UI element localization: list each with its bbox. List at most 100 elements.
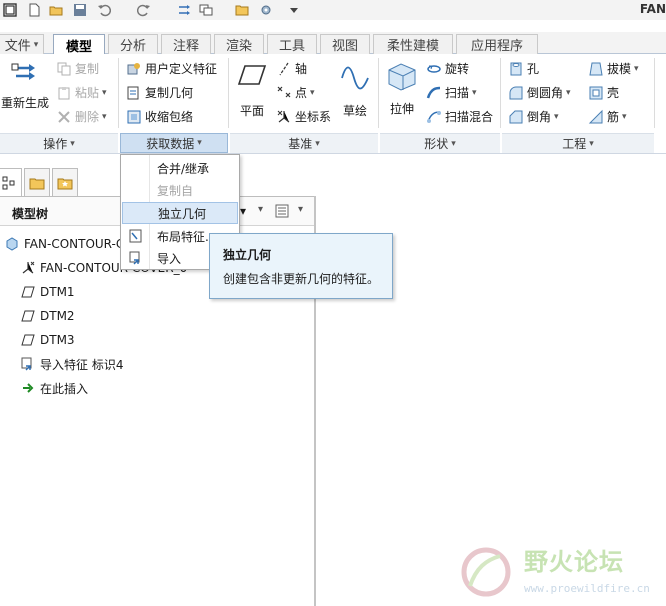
group-get-data[interactable]: 获取数据 ▾	[120, 133, 228, 153]
copy-geometry-icon	[126, 85, 142, 101]
watermark-text: 野火论坛	[524, 548, 624, 576]
import-feature-icon	[20, 356, 36, 372]
draft-button[interactable]: 拔模 ▾	[588, 60, 639, 77]
tree-item-dtm1[interactable]: DTM1	[20, 282, 75, 302]
sketch-label: 草绘	[342, 104, 367, 118]
tab-file[interactable]: 文件 ▾	[0, 34, 44, 54]
extrude-label: 拉伸	[389, 102, 414, 116]
insert-arrow-icon	[20, 380, 36, 396]
tab-applications[interactable]: 应用程序	[456, 34, 538, 54]
watermark-logo-icon	[461, 547, 511, 597]
tab-model-tree[interactable]	[0, 168, 22, 196]
rib-icon	[588, 109, 604, 125]
tab-render[interactable]: 渲染	[214, 34, 264, 54]
group-shapes[interactable]: 形状 ▾	[380, 133, 500, 153]
customize-icon[interactable]	[286, 2, 302, 18]
group-engineering[interactable]: 工程 ▾	[502, 133, 654, 153]
tree-item-insert-here[interactable]: 在此插入	[20, 378, 88, 398]
sweep-icon	[426, 85, 442, 101]
folder-icon[interactable]	[234, 2, 250, 18]
copy-geometry-button[interactable]: 复制几何	[126, 84, 193, 101]
tab-view[interactable]: 视图	[320, 34, 370, 54]
tree-item-label: DTM1	[40, 285, 75, 299]
windows-icon[interactable]	[198, 2, 214, 18]
revolve-icon	[426, 61, 442, 77]
redo-icon[interactable]	[136, 2, 152, 18]
shell-button[interactable]: 壳	[588, 84, 619, 101]
tree-item-part[interactable]: FAN-CONTOUR-C	[4, 234, 124, 254]
tree-item-label: FAN-CONTOUR-C	[24, 237, 125, 251]
round-button[interactable]: 倒圆角 ▾	[508, 84, 571, 101]
undo-icon[interactable]	[96, 2, 112, 18]
tab-analysis[interactable]: 分析	[108, 34, 158, 54]
user-defined-feature-button[interactable]: 用户定义特征	[126, 60, 217, 77]
tree-item-label: DTM3	[40, 333, 75, 347]
chevron-down-icon: ▾	[554, 111, 559, 122]
tree-settings-icon[interactable]: ▾	[240, 204, 246, 218]
chevron-down-icon[interactable]: ▾	[298, 204, 303, 215]
plane-button[interactable]: 平面	[232, 62, 272, 119]
chevron-down-icon: ▾	[566, 87, 571, 98]
settings-icon[interactable]	[258, 2, 274, 18]
menu-item-merge-inheritance[interactable]: 合并/继承	[122, 157, 238, 179]
open-folder-icon[interactable]	[48, 2, 64, 18]
chevron-down-icon: ▾	[589, 138, 594, 149]
tree-item-import-feature[interactable]: 导入特征 标识4	[20, 354, 123, 374]
tab-flexible-modeling[interactable]: 柔性建模	[373, 34, 453, 54]
tooltip-title: 独立几何	[223, 248, 272, 262]
new-file-icon[interactable]	[26, 2, 42, 18]
extrude-button[interactable]: 拉伸	[382, 60, 422, 117]
chamfer-button[interactable]: 倒角 ▾	[508, 108, 559, 125]
tab-label: 文件	[4, 39, 31, 54]
tab-favorites[interactable]	[52, 168, 78, 196]
regenerate-button[interactable]: 重新生成	[0, 60, 50, 111]
chevron-down-icon: ▾	[102, 111, 107, 122]
revolve-label: 旋转	[445, 62, 470, 76]
tree-item-dtm2[interactable]: DTM2	[20, 306, 75, 326]
chevron-down-icon[interactable]: ▾	[258, 204, 263, 215]
chevron-down-icon: ▾	[622, 111, 627, 122]
chevron-down-icon: ▾	[634, 63, 639, 74]
tab-folder-browser[interactable]	[24, 168, 50, 196]
tab-label: 视图	[331, 39, 358, 54]
coordinate-system-button[interactable]: 坐标系	[276, 108, 331, 125]
tree-item-label: DTM2	[40, 309, 75, 323]
hole-button[interactable]: 孔	[508, 60, 539, 77]
copy-label: 复制	[75, 62, 100, 76]
navigator-tabs	[0, 168, 82, 196]
group-datum[interactable]: 基准 ▾	[230, 133, 378, 153]
datum-plane-icon	[20, 284, 36, 300]
menu-item-label: 独立几何	[158, 206, 207, 221]
shrinkwrap-label: 收缩包络	[145, 110, 194, 124]
sketch-button[interactable]: 草绘	[336, 62, 374, 119]
rib-button[interactable]: 筋 ▾	[588, 108, 627, 125]
round-label: 倒圆角	[527, 86, 564, 100]
sweep-button[interactable]: 扫描 ▾	[426, 84, 477, 101]
swept-blend-icon	[426, 109, 442, 125]
tab-label: 模型	[65, 39, 92, 55]
tab-annotate[interactable]: 注释	[161, 34, 211, 54]
copy-button[interactable]: 复制	[56, 60, 99, 77]
regenerate-icon[interactable]	[176, 2, 192, 18]
chevron-down-icon: ▾	[310, 87, 315, 98]
tab-model[interactable]: 模型	[53, 34, 105, 55]
regenerate-label: 重新生成	[0, 96, 49, 110]
axis-button[interactable]: 轴	[276, 60, 307, 77]
axis-icon	[276, 61, 292, 77]
delete-button[interactable]: 删除 ▾	[56, 108, 107, 125]
tree-columns-icon[interactable]	[274, 203, 290, 222]
chevron-down-icon: ▾	[451, 138, 456, 149]
menu-item-independent-geometry[interactable]: 独立几何	[122, 202, 238, 224]
revolve-button[interactable]: 旋转	[426, 60, 469, 77]
group-operations[interactable]: 操作 ▾	[0, 133, 118, 153]
point-button[interactable]: 点 ▾	[276, 84, 315, 101]
window-icon[interactable]	[2, 2, 18, 18]
save-icon[interactable]	[72, 2, 88, 18]
paste-button[interactable]: 粘贴 ▾	[56, 84, 107, 101]
delete-icon	[56, 109, 72, 125]
tab-tools[interactable]: 工具	[267, 34, 317, 54]
menu-item-copy-from[interactable]: 复制自	[122, 179, 238, 201]
tree-item-dtm3[interactable]: DTM3	[20, 330, 75, 350]
shrinkwrap-button[interactable]: 收缩包络	[126, 108, 193, 125]
swept-blend-button[interactable]: 扫描混合	[426, 108, 493, 125]
